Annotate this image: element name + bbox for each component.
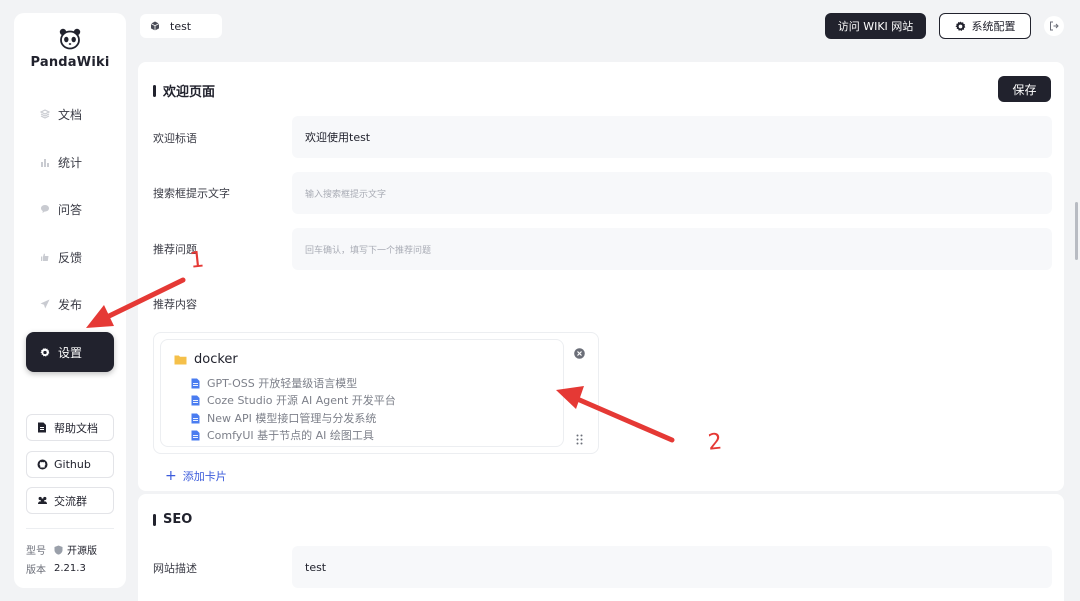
doc-title: ComfyUI 基于节点的 AI 绘图工具 — [207, 429, 374, 442]
annotation-label-1: 1 — [188, 247, 206, 274]
site-description-input[interactable]: test — [292, 546, 1052, 588]
welcome-label: 欢迎标语 — [153, 132, 197, 145]
folder-name: docker — [194, 352, 238, 367]
community-group-label: 交流群 — [54, 494, 87, 508]
community-group-button[interactable]: 交流群 — [26, 487, 114, 514]
sidebar-item-label: 问答 — [58, 202, 83, 217]
welcome-input[interactable]: 欢迎使用test — [292, 116, 1052, 158]
sidebar-item-qa[interactable]: 问答 — [26, 189, 114, 229]
list-item[interactable]: ComfyUI 基于节点的 AI 绘图工具 — [191, 427, 374, 443]
document-icon — [37, 422, 48, 433]
sidebar-item-feedback[interactable]: 反馈 — [26, 237, 114, 277]
logout-icon — [1050, 21, 1059, 31]
sidebar-item-label: 发布 — [58, 297, 83, 312]
search-hint-label: 搜索框提示文字 — [153, 187, 230, 200]
divider — [26, 528, 114, 529]
shield-icon — [54, 545, 63, 555]
annotation-label-2: 2 — [706, 429, 724, 456]
top-bar: test 访问 WIKI 网站 系统配置 — [138, 12, 1068, 52]
sidebar-item-label: 文档 — [58, 107, 83, 122]
sidebar-item-docs[interactable]: 文档 — [26, 94, 114, 134]
sidebar-item-publish[interactable]: 发布 — [26, 284, 114, 324]
brand-logo[interactable]: PandaWiki — [14, 27, 126, 70]
remove-card-button[interactable] — [574, 344, 585, 363]
brand-name: PandaWiki — [30, 55, 110, 70]
list-item[interactable]: New API 模型接口管理与分发系统 — [191, 410, 376, 426]
drag-handle[interactable] — [576, 430, 583, 449]
version-value: 2.21.3 — [54, 563, 86, 574]
add-card-label: 添加卡片 — [182, 470, 227, 483]
scrollbar[interactable] — [1075, 202, 1078, 260]
hand-icon — [40, 252, 50, 262]
add-card-button[interactable]: + 添加卡片 — [165, 468, 227, 484]
visit-wiki-button[interactable]: 访问 WIKI 网站 — [825, 13, 926, 39]
help-docs-button[interactable]: 帮助文档 — [26, 414, 114, 441]
sidebar: PandaWiki 文档 统计 问答 反馈 发布 设置 帮助文档 Github … — [14, 13, 126, 588]
chat-bubble-icon — [40, 204, 50, 214]
sidebar-item-label: 设置 — [58, 345, 83, 360]
recommend-question-input[interactable]: 回车确认，填写下一个推荐问题 — [292, 228, 1052, 270]
drag-handle-icon — [576, 434, 583, 445]
section-title: SEO — [153, 512, 192, 527]
sidebar-item-label: 反馈 — [58, 250, 83, 265]
doc-title: Coze Studio 开源 AI Agent 开发平台 — [207, 394, 396, 407]
folder-icon — [174, 354, 187, 365]
plus-icon: + — [165, 467, 177, 484]
model-value: 开源版 — [54, 542, 97, 557]
model-label: 型号 — [26, 546, 46, 557]
seo-section: SEO 网站描述 test — [138, 494, 1064, 601]
version-info: 版本 2.21.3 — [26, 561, 86, 576]
sidebar-item-settings[interactable]: 设置 — [26, 332, 114, 372]
gear-icon — [40, 347, 50, 357]
recommend-content-label: 推荐内容 — [153, 298, 197, 311]
system-config-label: 系统配置 — [971, 20, 1016, 33]
recommend-card[interactable]: docker GPT-OSS 开放轻量级语言模型 Coze Studio 开源 … — [160, 339, 564, 447]
send-icon — [40, 299, 50, 309]
bar-chart-icon — [40, 157, 50, 167]
search-hint-input[interactable]: 输入搜索框提示文字 — [292, 172, 1052, 214]
section-title: 欢迎页面 — [153, 81, 215, 100]
stack-icon — [40, 109, 50, 119]
doc-icon — [191, 413, 200, 424]
gear-icon — [954, 20, 965, 31]
github-button[interactable]: Github — [26, 451, 114, 478]
cube-icon — [150, 21, 160, 31]
site-description-label: 网站描述 — [153, 562, 197, 575]
doc-icon — [191, 430, 200, 441]
kb-name: test — [170, 19, 192, 33]
close-circle-icon — [574, 348, 585, 359]
doc-title: GPT-OSS 开放轻量级语言模型 — [207, 377, 358, 390]
model-info: 型号 开源版 — [26, 542, 97, 557]
list-item[interactable]: GPT-OSS 开放轻量级语言模型 — [191, 375, 357, 391]
recommend-card-wrapper: docker GPT-OSS 开放轻量级语言模型 Coze Studio 开源 … — [153, 332, 599, 454]
help-docs-label: 帮助文档 — [54, 421, 98, 435]
save-button[interactable]: 保存 — [998, 76, 1051, 102]
kb-selector[interactable]: test — [140, 14, 222, 38]
panda-logo-icon — [59, 28, 81, 50]
logout-button[interactable] — [1044, 16, 1064, 36]
sidebar-item-stats[interactable]: 统计 — [26, 142, 114, 182]
doc-title: New API 模型接口管理与分发系统 — [207, 412, 377, 425]
model-value-text: 开源版 — [67, 546, 97, 557]
sidebar-item-label: 统计 — [58, 155, 83, 170]
welcome-section: 欢迎页面 保存 欢迎标语 欢迎使用test 搜索框提示文字 输入搜索框提示文字 … — [138, 62, 1064, 491]
folder-item: docker — [174, 352, 238, 367]
version-label: 版本 — [26, 565, 46, 576]
doc-icon — [191, 395, 200, 406]
doc-icon — [191, 378, 200, 389]
github-icon — [37, 459, 48, 470]
group-icon — [37, 495, 48, 506]
list-item[interactable]: Coze Studio 开源 AI Agent 开发平台 — [191, 392, 396, 408]
github-label: Github — [54, 458, 91, 471]
system-config-button[interactable]: 系统配置 — [939, 13, 1031, 39]
